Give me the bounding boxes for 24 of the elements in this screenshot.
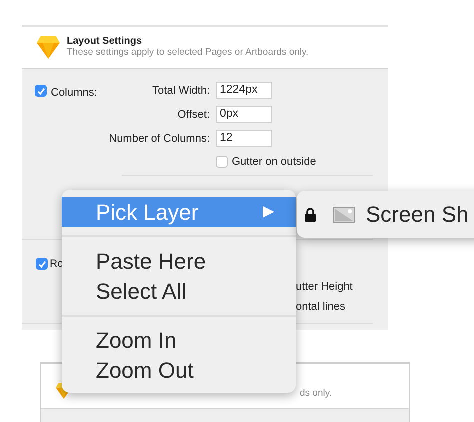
menu-item[interactable]: Screen Sh (366, 198, 469, 231)
diamond-icon (37, 36, 60, 59)
columns-label: Columns: (51, 86, 98, 101)
checkbox-label: Gutter on outside (232, 155, 316, 170)
field-label: Total Width: (152, 84, 210, 98)
field-label: Number of Columns: (108, 132, 210, 146)
checkbox[interactable] (35, 85, 47, 97)
option-label: utter Height (296, 280, 354, 295)
menu-item[interactable]: Select All (62, 276, 296, 306)
dialog-title: Layout Settings (67, 36, 144, 48)
option-label: ontal lines (296, 300, 347, 315)
menu-item[interactable]: Paste Here (62, 246, 296, 276)
field-label: Offset: (176, 108, 210, 122)
input-field[interactable]: 1224px (216, 82, 272, 99)
checkbox[interactable] (36, 258, 48, 270)
submenu-arrow-icon: ▶ (263, 200, 275, 224)
dialog-description: These settings apply to selected Pages or Artboards only. (67, 47, 309, 59)
image-icon (333, 206, 355, 222)
checkbox[interactable] (216, 156, 228, 168)
dialog-description: ds only. (300, 388, 332, 400)
input-field[interactable]: 0px (216, 106, 272, 123)
menu-item[interactable]: Zoom Out (62, 355, 296, 385)
menu-item[interactable]: Zoom In (62, 325, 296, 355)
input-field[interactable]: 12 (216, 130, 272, 147)
